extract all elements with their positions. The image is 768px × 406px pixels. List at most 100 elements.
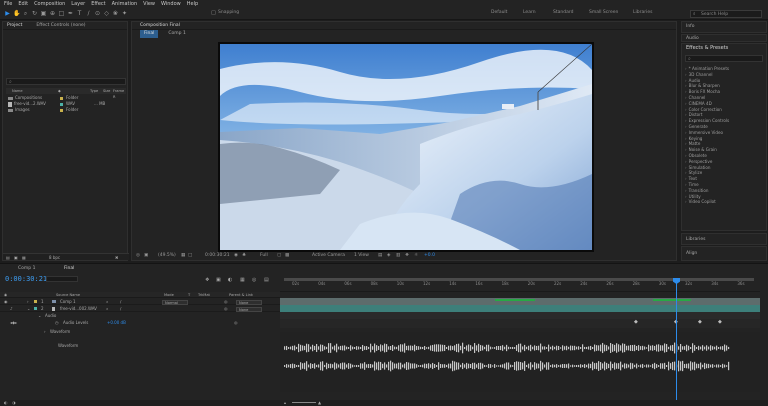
fx-switch-icon[interactable]: ∕ xyxy=(120,305,121,312)
workspace-libraries[interactable]: Libraries xyxy=(633,10,652,15)
audio-toggle-icon[interactable]: ♪ xyxy=(10,305,13,312)
column-name[interactable]: Name xyxy=(12,88,23,94)
parent-dropdown[interactable]: None xyxy=(236,299,262,305)
expand-arrow-icon[interactable]: › xyxy=(44,328,46,335)
layer-row[interactable]: ◉ › 1 Comp 1 ⭑ ∕ Normal ◎ None xyxy=(0,298,280,305)
always-preview-icon[interactable]: ◎ xyxy=(136,251,140,260)
roto-brush-tool-icon[interactable]: ❀ xyxy=(112,10,119,17)
transparency-grid-icon[interactable]: ▩ xyxy=(285,251,289,260)
mask-visibility-icon[interactable]: □ xyxy=(188,251,192,260)
layer-row[interactable]: ♪ ⌄ 2 free-vid...002.WAV ⭑ ∕ ◎ None xyxy=(0,305,280,312)
project-search-input[interactable]: ⌕ xyxy=(6,78,126,85)
pan-behind-tool-icon[interactable]: ⊕ xyxy=(49,10,56,17)
zoom-dropdown[interactable]: (49.5%) xyxy=(158,251,176,260)
shy-switch-icon[interactable]: ⭑ xyxy=(106,298,108,305)
keyframe-icon[interactable]: ◆ xyxy=(718,319,722,325)
toggle-pixel-aspect-icon[interactable]: ▤ xyxy=(378,251,382,260)
stopwatch-icon[interactable]: ◷ xyxy=(55,319,59,326)
pen-tool-icon[interactable]: ✒ xyxy=(67,10,74,17)
snapping-checkbox-icon[interactable]: □ xyxy=(210,10,217,17)
motion-blur-icon[interactable]: ◎ xyxy=(252,277,256,283)
label-color-swatch[interactable] xyxy=(60,108,63,112)
snapshot-icon[interactable]: ◉ xyxy=(234,251,238,260)
audio-levels-row[interactable]: ◂◆▸ ◷ Audio Levels +0.00 dB ◎ xyxy=(0,319,280,326)
workspace-standard[interactable]: Standard xyxy=(553,10,573,15)
tab-comp-1[interactable]: Comp 1 xyxy=(18,264,35,273)
timeline-icon[interactable]: ▥ xyxy=(396,251,400,260)
layer-name[interactable]: free-vid...002.WAV xyxy=(60,305,97,312)
sub-tab-final[interactable]: Final xyxy=(140,30,159,38)
parent-dropdown[interactable]: None xyxy=(236,306,262,312)
pickwhip-icon[interactable]: ◎ xyxy=(224,298,228,305)
exposure-icon[interactable]: ☼ xyxy=(414,251,418,260)
selection-tool-icon[interactable]: ▶ xyxy=(4,10,11,17)
region-of-interest-icon[interactable]: ▢ xyxy=(277,251,281,260)
label-color-swatch[interactable] xyxy=(34,307,37,310)
label-column-icon[interactable]: ◆ xyxy=(58,88,61,94)
sub-tab-comp-1[interactable]: Comp 1 xyxy=(168,30,185,38)
time-ruler[interactable]: 02s 04s 06s 08s 10s 12s 14s 16s 18s 20s 22s 24s 26s 2… xyxy=(280,278,760,292)
pickwhip-icon[interactable]: ◎ xyxy=(234,319,238,326)
menu-file[interactable]: File xyxy=(4,0,12,8)
audio-layer-bar[interactable] xyxy=(280,305,760,312)
audio-group-row[interactable]: ⌄ Audio xyxy=(0,312,280,319)
effects-search-input[interactable]: ⌕ xyxy=(685,55,763,62)
new-comp-icon[interactable]: ▦ xyxy=(22,254,26,261)
audio-panel[interactable]: Audio xyxy=(681,34,767,42)
expand-arrow-icon[interactable]: › xyxy=(27,298,29,305)
info-panel[interactable]: Info xyxy=(681,21,767,33)
shy-switch-icon[interactable]: ⭑ xyxy=(106,305,108,312)
keyframe-nav-icon[interactable]: ◂◆▸ xyxy=(10,319,17,326)
fast-previews-icon[interactable]: ◈ xyxy=(387,251,390,260)
menu-window[interactable]: Window xyxy=(161,0,181,8)
video-toggle-icon[interactable]: ◉ xyxy=(4,298,8,305)
clone-stamp-tool-icon[interactable]: ⊙ xyxy=(94,10,101,17)
trash-icon[interactable]: ✖ xyxy=(115,254,118,261)
menu-layer[interactable]: Layer xyxy=(71,0,85,8)
mode-dropdown[interactable]: Normal xyxy=(162,299,188,305)
align-panel[interactable]: Align xyxy=(681,246,767,261)
zoom-out-icon[interactable]: ▴ xyxy=(284,400,286,406)
hand-tool-icon[interactable]: ✋ xyxy=(13,10,20,17)
tab-project[interactable]: Project xyxy=(7,22,22,29)
audio-levels-value[interactable]: +0.00 dB xyxy=(107,319,126,326)
menu-effect[interactable]: Effect xyxy=(91,0,105,8)
flowchart-icon[interactable]: ❖ xyxy=(405,251,409,260)
keyframe-icon[interactable]: ◆ xyxy=(634,319,638,325)
zoom-tool-icon[interactable]: ⌕ xyxy=(22,10,29,17)
channel-icon[interactable]: ♣ xyxy=(242,251,246,260)
draft-3d-icon[interactable]: ▣ xyxy=(216,277,221,283)
collapse-arrow-icon[interactable]: ⌄ xyxy=(38,312,41,319)
camera-dropdown[interactable]: Active Camera xyxy=(312,251,345,260)
zoom-slider[interactable] xyxy=(292,402,316,403)
column-size[interactable]: Size xyxy=(103,88,110,94)
views-dropdown[interactable]: 1 View xyxy=(354,251,369,260)
effects-presets-title[interactable]: Effects & Presets xyxy=(682,44,766,53)
menu-help[interactable]: Help xyxy=(187,0,198,8)
waveform-row[interactable]: › Waveform xyxy=(0,328,280,335)
type-tool-icon[interactable]: T xyxy=(76,10,83,17)
layer-name[interactable]: Comp 1 xyxy=(60,298,76,305)
eraser-tool-icon[interactable]: ◇ xyxy=(103,10,110,17)
composition-viewer-frame[interactable] xyxy=(218,42,594,252)
mask-tool-icon[interactable]: □ xyxy=(58,10,65,17)
puppet-tool-icon[interactable]: ✦ xyxy=(121,10,128,17)
brush-tool-icon[interactable]: ∕ xyxy=(85,10,92,17)
label-color-swatch[interactable] xyxy=(60,96,63,100)
work-area-bar[interactable] xyxy=(284,278,754,281)
search-help-input[interactable]: ⌕ Search Help xyxy=(690,10,762,18)
tab-effect-controls[interactable]: Effect Controls (none) xyxy=(36,22,85,29)
exposure-value[interactable]: +0.0 xyxy=(424,251,435,260)
comp-flowchart-icon[interactable]: ❖ xyxy=(205,277,209,283)
toggle-modes-icon[interactable]: ◑ xyxy=(12,400,16,406)
label-color-swatch[interactable] xyxy=(60,102,63,106)
tab-final[interactable]: Final xyxy=(64,264,74,273)
libraries-panel[interactable]: Libraries xyxy=(681,233,767,245)
menu-animation[interactable]: Animation xyxy=(112,0,138,8)
menu-view[interactable]: View xyxy=(143,0,155,8)
rotate-tool-icon[interactable]: ↻ xyxy=(31,10,38,17)
workspace-learn[interactable]: Learn xyxy=(523,10,536,15)
toggle-switches-icon[interactable]: ◐ xyxy=(4,400,8,406)
shy-layers-icon[interactable]: ◐ xyxy=(228,277,232,283)
pickwhip-icon[interactable]: ◎ xyxy=(224,305,228,312)
